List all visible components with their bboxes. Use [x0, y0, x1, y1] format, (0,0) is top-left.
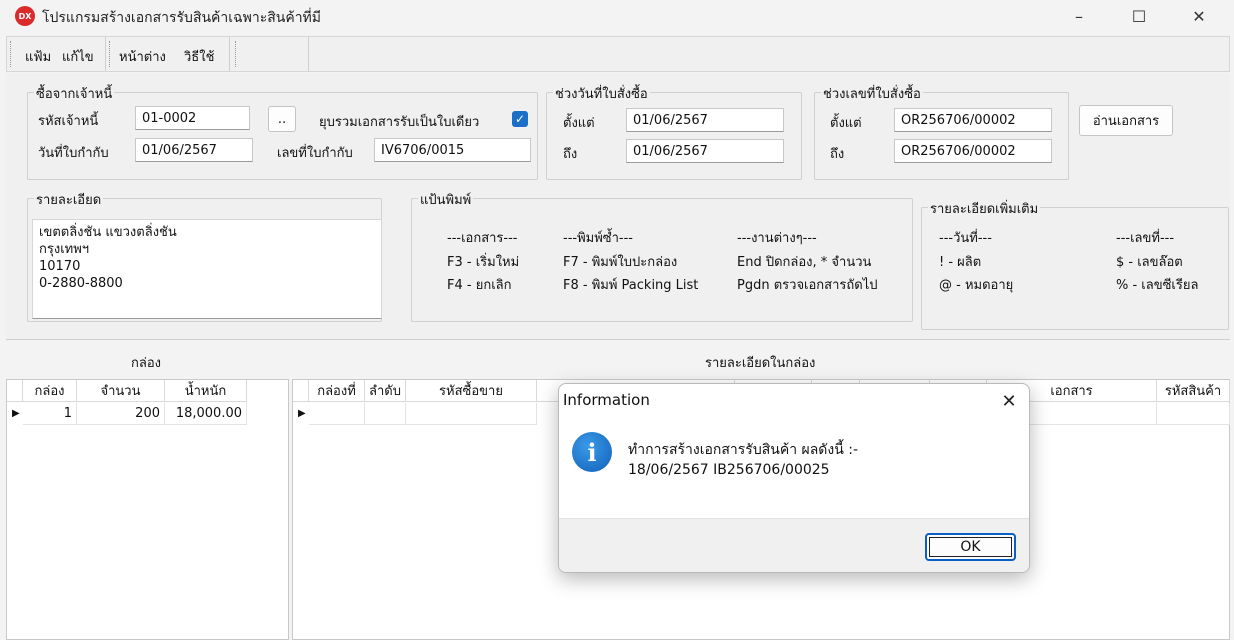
po-date-group: ช่วงวันที่ใบสั่งซื้อ: [546, 83, 802, 180]
minimize-icon[interactable]: –: [1056, 0, 1102, 32]
shortcut-f4: F4 - ยกเลิก: [447, 278, 512, 293]
po-no-group: ช่วงเลขที่ใบสั่งซื้อ: [814, 83, 1069, 180]
current-row-indicator-icon: ▶: [12, 408, 20, 419]
po-date-group-title: ช่วงวันที่ใบสั่งซื้อ: [553, 83, 650, 104]
title-bar: DX โปรแกรมสร้างเอกสารรับสินค้าเฉพาะสินค้…: [0, 0, 1234, 33]
dialog-message-line: 18/06/2567 IB256706/00025: [628, 462, 830, 478]
ok-button[interactable]: OK: [925, 533, 1016, 561]
po-no-group-title: ช่วงเลขที่ใบสั่งซื้อ: [821, 83, 923, 104]
vendor-code-input[interactable]: [135, 106, 250, 130]
app-logo-icon: DX: [15, 6, 35, 26]
table-cell[interactable]: [1157, 403, 1230, 425]
current-row-indicator-icon: ▶: [298, 408, 306, 419]
po-no-from-label: ตั้งแต่: [830, 116, 862, 131]
invoice-date-input[interactable]: [135, 138, 253, 162]
po-no-to-input[interactable]: [894, 139, 1052, 163]
po-no-from-input[interactable]: [894, 108, 1052, 132]
detail-grid-title: รายละเอียดในกล่อง: [705, 356, 816, 371]
table-cell[interactable]: [406, 403, 537, 425]
vendor-lookup-button[interactable]: ..: [268, 106, 296, 132]
box-grid-title: กล่อง: [131, 356, 161, 371]
menu-help[interactable]: วิธีใช้: [184, 46, 214, 67]
extra-number-header: ---เลขที่---: [1116, 231, 1175, 246]
po-date-to-input[interactable]: [626, 139, 784, 163]
shortcut-pgdn: Pgdn ตรวจเอกสารถัดไป: [737, 278, 878, 293]
menu-separator: [105, 37, 106, 71]
box-grid[interactable]: กล่อง จำนวน น้ำหนัก ▶ 1 200 18,000.00: [6, 379, 289, 640]
box-col-header[interactable]: กล่อง: [23, 380, 77, 402]
dialog-title: Information: [563, 391, 650, 409]
merge-docs-checkbox[interactable]: ✓: [512, 111, 528, 127]
menu-separator: [229, 37, 230, 71]
po-date-from-input[interactable]: [626, 108, 784, 132]
table-cell[interactable]: 18,000.00: [165, 403, 247, 425]
table-cell[interactable]: 200: [77, 403, 165, 425]
extra-lot-number: $ - เลขล๊อต: [1116, 255, 1183, 270]
shortcut-f3: F3 - เริ่มใหม่: [447, 255, 520, 270]
table-cell[interactable]: [309, 403, 365, 425]
po-date-from-label: ตั้งแต่: [563, 116, 595, 131]
table-cell[interactable]: [365, 403, 406, 425]
extra-date-header: ---วันที่---: [939, 231, 992, 246]
detail-memo[interactable]: เขตตลิ่งชัน แขวงตลิ่งชัน กรุงเทพฯ 10170 …: [32, 219, 382, 319]
menu-bar: แฟ้ม แก้ไข หน้าต่าง วิธีใช้: [6, 36, 1230, 72]
toolbar-grip[interactable]: [235, 41, 237, 67]
shortcut-f8: F8 - พิมพ์ Packing List: [563, 278, 699, 293]
section-divider: [6, 339, 1230, 340]
extra-mfg-date: ! - ผลิต: [939, 255, 982, 270]
detail-group-title: รายละเอียด: [34, 189, 104, 210]
grid-indicator-header: [7, 380, 23, 402]
extra-exp-date: @ - หมดอายุ: [939, 278, 1014, 293]
shortcut-doc-header: ---เอกสาร---: [447, 231, 518, 246]
table-cell[interactable]: 1: [23, 403, 77, 425]
merge-docs-label: ยุบรวมเอกสารรับเป็นใบเดียว: [319, 115, 480, 130]
vendor-group-title: ซื้อจากเจ้าหนี้: [34, 83, 115, 104]
trade-code-col-header[interactable]: รหัสซื้อขาย: [406, 380, 537, 402]
checkmark-icon: ✓: [514, 112, 526, 126]
shortcut-misc-header: ---งานต่างๆ---: [737, 231, 817, 246]
dialog-message-line: ทำการสร้างเอกสารรับสินค้า ผลดังนี้ :-: [628, 442, 859, 458]
toolbar-grip[interactable]: [10, 41, 12, 67]
dialog-close-icon[interactable]: ✕: [995, 387, 1023, 415]
toolbar-grip[interactable]: [109, 41, 111, 67]
po-no-to-label: ถึง: [830, 147, 845, 162]
read-document-button[interactable]: อ่านเอกสาร: [1079, 105, 1173, 136]
shortcut-end: End ปิดกล่อง, * จำนวน: [737, 255, 872, 270]
shortcut-reprint-header: ---พิมพ์ซ้ำ---: [563, 231, 633, 246]
menu-file[interactable]: แฟ้ม: [25, 46, 51, 67]
detail-line: กรุงเทพฯ: [39, 242, 90, 257]
window-title: โปรแกรมสร้างเอกสารรับสินค้าเฉพาะสินค้าที…: [42, 10, 322, 26]
invoice-no-input[interactable]: [374, 138, 531, 162]
vendor-code-label: รหัสเจ้าหนี้: [38, 114, 99, 129]
detail-line: 0-2880-8800: [39, 276, 123, 291]
weight-col-header[interactable]: น้ำหนัก: [165, 380, 247, 402]
keyboard-group-title: แป้นพิมพ์: [418, 189, 474, 210]
po-date-to-label: ถึง: [563, 147, 578, 162]
extra-serial-number: % - เลขซีเรียล: [1116, 278, 1199, 293]
invoice-no-label: เลขที่ใบกำกับ: [277, 146, 353, 161]
qty-col-header[interactable]: จำนวน: [77, 380, 165, 402]
maximize-icon[interactable]: ☐: [1116, 0, 1162, 32]
info-icon: i: [572, 432, 612, 472]
information-dialog: Information ✕ i ทำการสร้างเอกสารรับสินค้…: [558, 383, 1030, 573]
box-no-col-header[interactable]: กล่องที่: [309, 380, 365, 402]
extra-group-title: รายละเอียดเพิ่มเติม: [928, 198, 1041, 219]
product-code-col-header[interactable]: รหัสสินค้า: [1157, 380, 1230, 402]
invoice-date-label: วันที่ใบกำกับ: [38, 146, 109, 161]
detail-line: เขตตลิ่งชัน แขวงตลิ่งชัน: [39, 225, 177, 240]
dialog-message: ทำการสร้างเอกสารรับสินค้า ผลดังนี้ :- 18…: [628, 440, 858, 480]
menu-window[interactable]: หน้าต่าง: [119, 46, 166, 67]
menu-edit[interactable]: แก้ไข: [62, 46, 94, 67]
menu-separator: [308, 37, 309, 71]
shortcut-f7: F7 - พิมพ์ใบปะกล่อง: [563, 255, 678, 270]
detail-line: 10170: [39, 259, 81, 274]
seq-col-header[interactable]: ลำดับ: [365, 380, 406, 402]
grid-indicator-header: [293, 380, 309, 402]
close-window-icon[interactable]: ✕: [1176, 0, 1222, 32]
